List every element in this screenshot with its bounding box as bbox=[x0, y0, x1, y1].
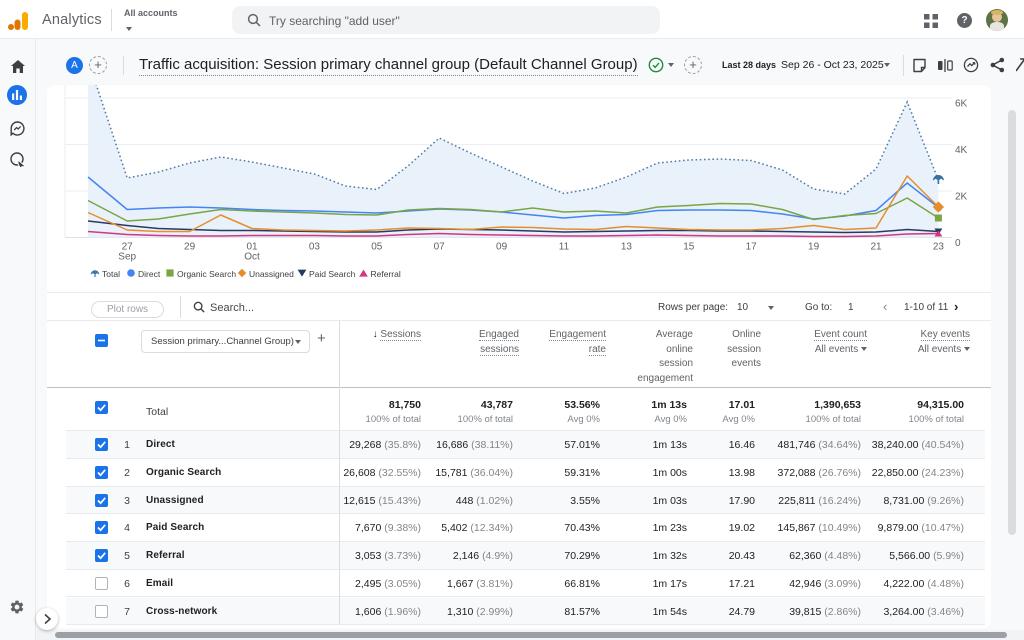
svg-text:6K: 6K bbox=[955, 98, 968, 109]
svg-text:13: 13 bbox=[621, 242, 633, 253]
svg-text:21: 21 bbox=[870, 242, 882, 253]
svg-text:23: 23 bbox=[933, 242, 945, 253]
svg-text:11: 11 bbox=[559, 242, 570, 253]
svg-text:Oct: Oct bbox=[244, 252, 260, 263]
svg-text:19: 19 bbox=[808, 242, 820, 253]
svg-text:09: 09 bbox=[496, 242, 508, 253]
svg-text:03: 03 bbox=[309, 242, 321, 253]
svg-text:07: 07 bbox=[434, 242, 446, 253]
svg-text:Sep: Sep bbox=[118, 252, 136, 263]
svg-text:15: 15 bbox=[683, 242, 695, 253]
svg-text:17: 17 bbox=[746, 242, 758, 253]
svg-text:4K: 4K bbox=[955, 145, 968, 156]
svg-text:2K: 2K bbox=[955, 191, 968, 202]
svg-text:29: 29 bbox=[184, 242, 196, 253]
svg-text:0: 0 bbox=[955, 238, 961, 249]
svg-text:05: 05 bbox=[371, 242, 383, 253]
